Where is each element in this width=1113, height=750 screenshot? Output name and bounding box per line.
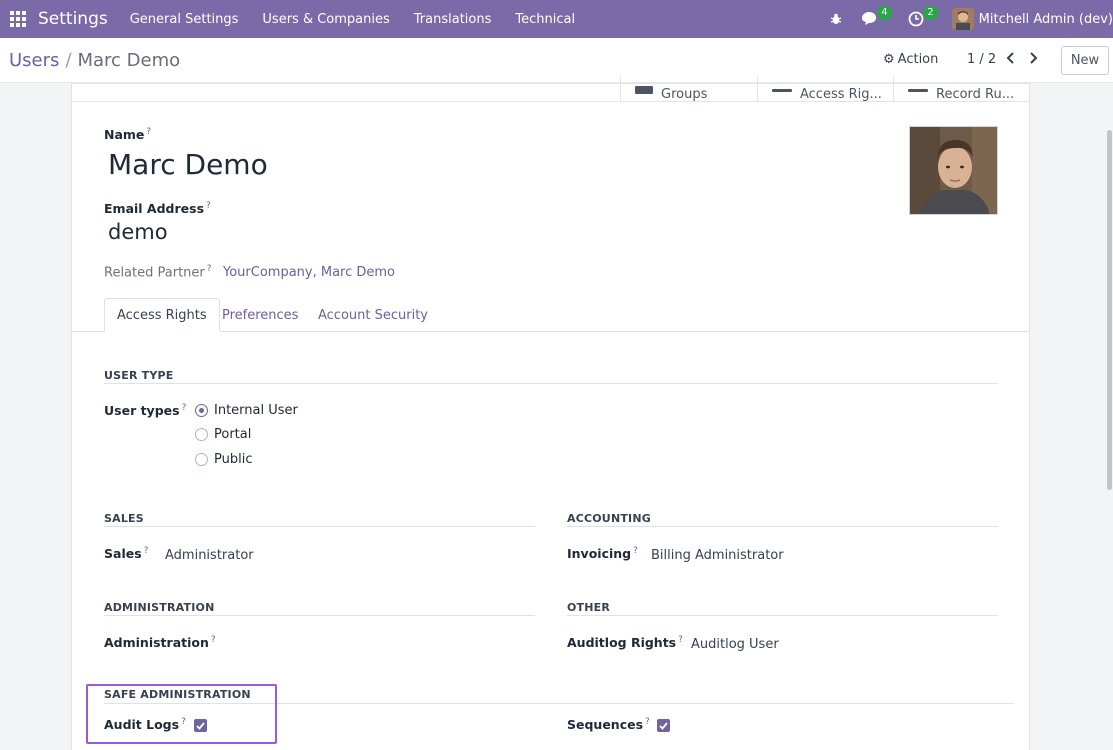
- related-partner-link[interactable]: YourCompany, Marc Demo: [223, 265, 395, 280]
- record-rules-smart-label: Record Ru...: [936, 87, 1015, 102]
- pager-previous-icon[interactable]: [1006, 52, 1016, 68]
- sequences-label: Sequences?: [567, 717, 650, 733]
- menu-general-settings[interactable]: General Settings: [130, 12, 239, 27]
- sales-section-title: SALES: [104, 512, 144, 525]
- record-rules-smart-button[interactable]: Record Ru...: [893, 76, 1029, 102]
- related-partner-label: Related Partner?: [104, 264, 212, 281]
- radio-public[interactable]: [195, 453, 208, 466]
- access-rights-smart-label: Access Rig...: [800, 87, 882, 102]
- administration-section-title: ADMINISTRATION: [104, 601, 215, 614]
- related-partner-help-icon[interactable]: ?: [207, 264, 212, 274]
- record-rules-icon: [908, 89, 928, 92]
- sequences-checkbox[interactable]: [657, 719, 670, 732]
- email-field[interactable]: demo: [108, 220, 168, 244]
- other-section-title: OTHER: [567, 601, 611, 614]
- invoicing-help-icon[interactable]: ?: [633, 546, 638, 556]
- debug-bug-icon[interactable]: [824, 7, 848, 31]
- radio-public-label[interactable]: Public: [214, 452, 252, 467]
- name-field[interactable]: Marc Demo: [108, 148, 268, 181]
- radio-internal-user[interactable]: [195, 404, 208, 417]
- email-label: Email Address?: [104, 201, 211, 217]
- new-button[interactable]: New: [1061, 46, 1109, 75]
- auditlog-rights-label: Auditlog Rights?: [567, 635, 683, 651]
- user-type-section-title: USER TYPE: [104, 369, 174, 382]
- auditlog-rights-help-icon[interactable]: ?: [678, 635, 683, 645]
- accounting-section-rule: [567, 526, 998, 527]
- name-help-icon[interactable]: ?: [146, 127, 151, 137]
- administration-section-rule: [104, 615, 535, 616]
- sales-section-rule: [104, 526, 535, 527]
- form-sheet: Groups Access Rig... Record Ru... Name? …: [71, 76, 1030, 750]
- gear-icon: ⚙: [883, 52, 895, 67]
- invoicing-label: Invoicing?: [567, 546, 638, 562]
- pager-next-icon[interactable]: [1028, 52, 1038, 68]
- highlight-box: [86, 684, 277, 744]
- other-section-rule: [567, 615, 998, 616]
- menu-technical[interactable]: Technical: [515, 12, 575, 27]
- tab-preferences[interactable]: Preferences: [210, 298, 310, 332]
- sales-rights-select[interactable]: Administrator: [165, 548, 254, 563]
- groups-icon: [635, 86, 653, 94]
- action-button[interactable]: ⚙ Action: [883, 52, 938, 67]
- pager-value[interactable]: 1 / 2: [967, 52, 996, 67]
- activities-badge: 2: [923, 6, 938, 20]
- radio-internal-user-label[interactable]: Internal User: [214, 403, 298, 418]
- access-rights-smart-button[interactable]: Access Rig...: [757, 76, 893, 102]
- sales-help-icon[interactable]: ?: [144, 546, 149, 556]
- breadcrumb-separator: /: [65, 50, 72, 71]
- user-types-help-icon[interactable]: ?: [182, 403, 187, 413]
- invoicing-rights-select[interactable]: Billing Administrator: [651, 548, 784, 563]
- accounting-section-title: ACCOUNTING: [567, 512, 651, 525]
- top-navbar: Settings General Settings Users & Compan…: [0, 0, 1113, 38]
- sales-label: Sales?: [104, 546, 149, 562]
- action-label: Action: [897, 52, 939, 67]
- messages-chat-icon[interactable]: 4: [858, 6, 892, 31]
- name-label: Name?: [104, 127, 152, 143]
- radio-portal[interactable]: [195, 428, 208, 441]
- radio-portal-label[interactable]: Portal: [214, 427, 251, 442]
- activities-clock-icon[interactable]: 2: [904, 6, 938, 31]
- administration-label: Administration?: [104, 635, 216, 651]
- app-brand[interactable]: Settings: [38, 9, 108, 29]
- user-menu-name[interactable]: Mitchell Admin (dev): [979, 12, 1113, 27]
- menu-users-companies[interactable]: Users & Companies: [262, 12, 389, 27]
- user-avatar[interactable]: [951, 8, 974, 30]
- smart-button-box: Groups Access Rig... Record Ru...: [72, 76, 1029, 102]
- user-photo[interactable]: [909, 126, 998, 215]
- tab-account-security[interactable]: Account Security: [306, 298, 440, 332]
- groups-smart-label: Groups: [661, 87, 708, 102]
- sequences-help-icon[interactable]: ?: [645, 717, 650, 727]
- breadcrumb: Users / Marc Demo: [9, 50, 180, 71]
- email-help-icon[interactable]: ?: [206, 201, 211, 211]
- tab-access-rights[interactable]: Access Rights: [104, 298, 220, 332]
- user-type-section-rule: [104, 383, 998, 384]
- breadcrumb-current: Marc Demo: [77, 50, 181, 71]
- menu-translations[interactable]: Translations: [414, 12, 492, 27]
- user-types-label: User types?: [104, 403, 187, 419]
- apps-menu-icon[interactable]: [1, 0, 35, 38]
- administration-help-icon[interactable]: ?: [211, 635, 216, 645]
- scrollbar-thumb[interactable]: [1107, 130, 1112, 490]
- access-rights-icon: [772, 89, 792, 92]
- auditlog-rights-select[interactable]: Auditlog User: [691, 637, 779, 652]
- breadcrumb-users-link[interactable]: Users: [9, 50, 59, 71]
- groups-smart-button[interactable]: Groups: [620, 76, 757, 102]
- messages-badge: 4: [877, 6, 892, 20]
